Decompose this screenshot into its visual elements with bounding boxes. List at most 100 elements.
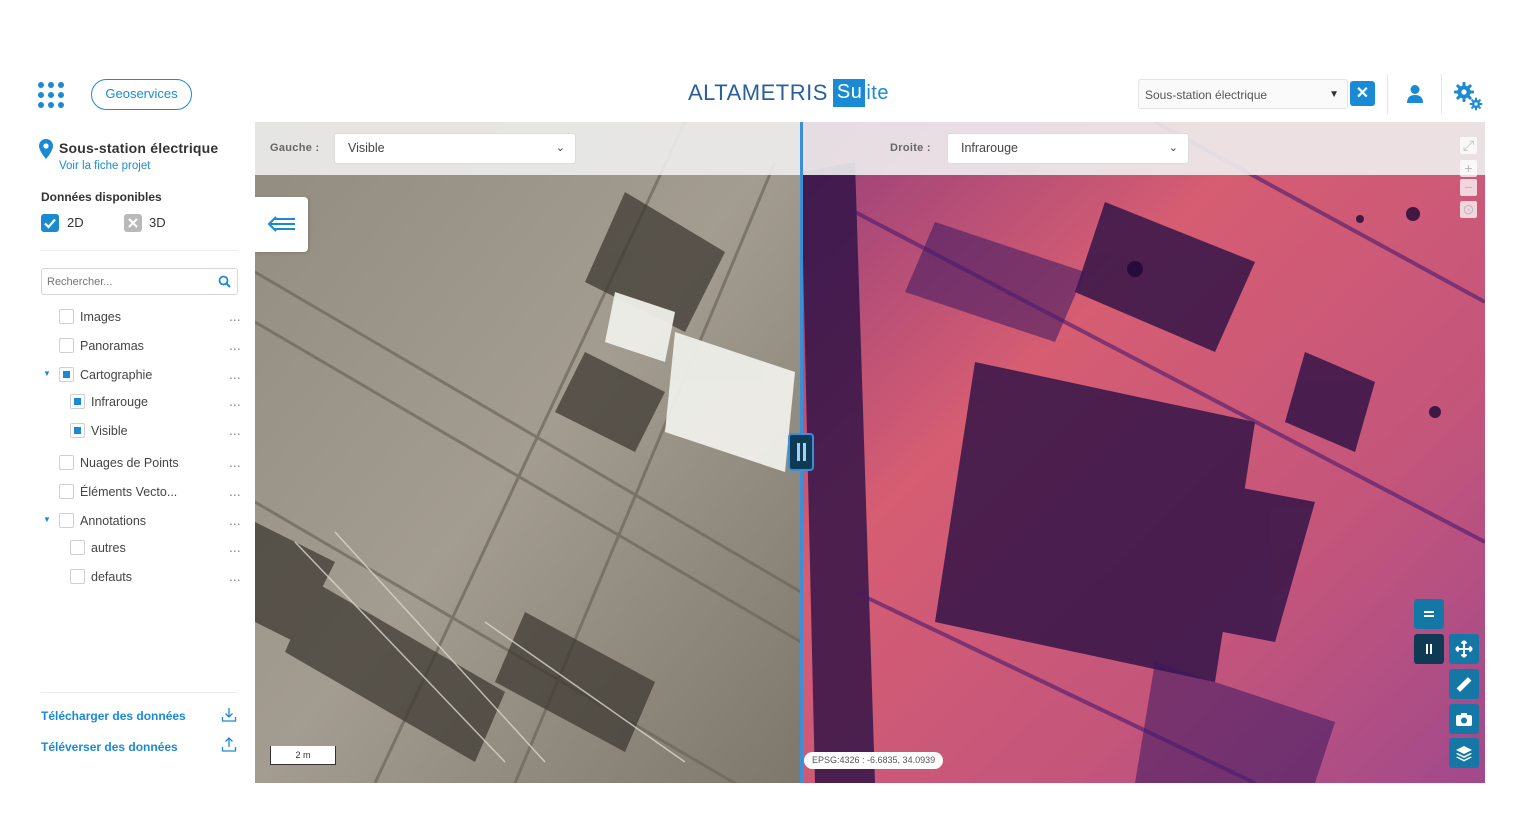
left-layer-label: Gauche : xyxy=(270,142,320,154)
pan-tool-button[interactable] xyxy=(1449,634,1479,664)
move-arrows-icon xyxy=(1455,640,1473,658)
project-sheet-link[interactable]: Voir la fiche projet xyxy=(59,160,150,172)
tree-item-elements-vecto: Éléments Vecto... ... xyxy=(34,482,249,502)
more-options-icon[interactable]: ... xyxy=(229,512,241,528)
screenshot-button[interactable] xyxy=(1449,704,1479,734)
zoom-out-icon[interactable]: − xyxy=(1460,179,1477,196)
tree-checkbox[interactable] xyxy=(59,484,74,499)
more-options-icon[interactable]: ... xyxy=(229,422,241,438)
left-layer-value: Visible xyxy=(348,141,385,155)
more-options-icon[interactable]: ... xyxy=(229,539,241,555)
pause-bars-icon xyxy=(1426,644,1432,654)
layer-search xyxy=(41,268,238,295)
more-options-icon[interactable]: ... xyxy=(229,483,241,499)
scale-bar: 2 m xyxy=(270,746,336,765)
brand-suite-rest: ite xyxy=(866,81,889,104)
left-layer-select[interactable]: Visible ⌄ xyxy=(334,133,576,164)
tree-label: Panoramas xyxy=(80,339,144,353)
apps-grid-icon[interactable] xyxy=(38,82,64,108)
tree-label: defauts xyxy=(91,570,133,584)
tree-checkbox[interactable] xyxy=(70,540,85,555)
tree-checkbox[interactable] xyxy=(59,367,74,382)
app-root: Geoservices ALTAMETRIS Su ite Sous-statio… xyxy=(0,0,1530,836)
header-divider xyxy=(1441,74,1442,114)
compare-mode-horizontal-button[interactable] xyxy=(1414,599,1444,629)
visible-layer xyxy=(255,122,802,783)
tree-item-defauts: defauts ... xyxy=(34,567,249,587)
tree-checkbox[interactable] xyxy=(70,569,85,584)
more-options-icon[interactable]: ... xyxy=(229,366,241,382)
clear-project-button[interactable]: ✕ xyxy=(1350,81,1375,106)
camera-icon xyxy=(1456,713,1472,726)
geoservices-button[interactable]: Geoservices xyxy=(91,79,192,110)
tree-checkbox[interactable] xyxy=(70,394,85,409)
project-select-value: Sous-station électrique xyxy=(1145,88,1268,102)
more-options-icon[interactable]: ... xyxy=(229,337,241,353)
tree-checkbox[interactable] xyxy=(59,338,74,353)
tree-item-images: Images ... xyxy=(34,307,249,327)
available-data-label: Données disponibles xyxy=(41,190,162,204)
compare-toolbar: Gauche : Visible ⌄ Droite : Infrarouge ⌄ xyxy=(255,122,1485,175)
layer-search-input[interactable] xyxy=(42,269,207,294)
check-icon xyxy=(44,218,56,229)
expand-caret-icon[interactable]: ▼ xyxy=(43,369,51,378)
tree-item-annotations: ▼ Annotations ... xyxy=(34,511,249,531)
label-2d: 2D xyxy=(67,215,84,230)
tree-label: Visible xyxy=(91,424,128,438)
compare-mode-vertical-button[interactable] xyxy=(1414,634,1444,664)
fullscreen-icon[interactable]: ⤢ xyxy=(1460,137,1477,154)
more-options-icon[interactable]: ... xyxy=(229,454,241,470)
tree-label: Annotations xyxy=(80,514,147,528)
layers-button[interactable] xyxy=(1449,738,1479,768)
user-icon[interactable] xyxy=(1404,83,1426,105)
caret-down-icon[interactable]: ▼ xyxy=(1329,80,1339,110)
brand-logo: ALTAMETRIS Su ite xyxy=(688,76,889,110)
tree-label: Éléments Vecto... xyxy=(80,485,178,499)
map-viewport[interactable]: Gauche : Visible ⌄ Droite : Infrarouge ⌄… xyxy=(255,122,1485,783)
tree-label: Images xyxy=(80,310,121,324)
cross-icon xyxy=(128,218,138,228)
tree-item-infrarouge: Infrarouge ... xyxy=(34,392,249,412)
coordinates-readout: EPSG:4326 : -6.6835, 34.0939 xyxy=(804,752,944,769)
more-options-icon[interactable]: ... xyxy=(229,393,241,409)
sidebar-divider xyxy=(41,250,238,251)
swipe-divider-handle[interactable] xyxy=(788,433,814,471)
header-divider xyxy=(1387,74,1388,114)
tree-label: Infrarouge xyxy=(91,395,148,409)
download-icon[interactable] xyxy=(221,707,237,723)
top-header: Geoservices ALTAMETRIS Su ite Sous-statio… xyxy=(0,66,1530,122)
tree-checkbox[interactable] xyxy=(59,309,74,324)
more-options-icon[interactable]: ... xyxy=(229,308,241,324)
brand-main-text: ALTAMETRIS xyxy=(688,80,828,105)
right-layer-value: Infrarouge xyxy=(961,141,1018,155)
search-icon[interactable] xyxy=(218,275,231,288)
project-select[interactable]: Sous-station électrique ▼ xyxy=(1138,79,1348,109)
download-data-link[interactable]: Télécharger des données xyxy=(41,709,186,723)
chevron-down-icon: ⌄ xyxy=(555,142,565,154)
expand-caret-icon[interactable]: ▼ xyxy=(43,515,51,524)
project-title: Sous-station électrique xyxy=(59,140,219,156)
more-options-icon[interactable]: ... xyxy=(229,568,241,584)
right-layer-select[interactable]: Infrarouge ⌄ xyxy=(947,133,1189,164)
upload-icon[interactable] xyxy=(221,737,237,753)
tree-checkbox[interactable] xyxy=(59,513,74,528)
tree-label: autres xyxy=(91,541,126,555)
collapse-menu-icon xyxy=(267,216,295,232)
collapse-sidebar-button[interactable] xyxy=(255,197,308,252)
checkbox-3d[interactable] xyxy=(124,214,142,232)
checkbox-2d[interactable] xyxy=(41,214,59,232)
settings-gear-icon[interactable] xyxy=(1452,80,1484,112)
location-pin-icon xyxy=(39,139,53,159)
measure-tool-button[interactable] xyxy=(1449,669,1479,699)
ruler-icon xyxy=(1456,677,1472,692)
tree-item-panoramas: Panoramas ... xyxy=(34,336,249,356)
upload-data-link[interactable]: Téléverser des données xyxy=(41,740,178,754)
locate-icon[interactable]: ⊙ xyxy=(1460,201,1477,218)
tree-checkbox[interactable] xyxy=(70,423,85,438)
zoom-in-icon[interactable]: + xyxy=(1460,160,1477,177)
chevron-down-icon: ⌄ xyxy=(1168,142,1178,154)
label-3d: 3D xyxy=(149,215,166,230)
right-layer-label: Droite : xyxy=(890,142,931,154)
tree-checkbox[interactable] xyxy=(59,455,74,470)
tree-item-visible: Visible ... xyxy=(34,421,249,441)
